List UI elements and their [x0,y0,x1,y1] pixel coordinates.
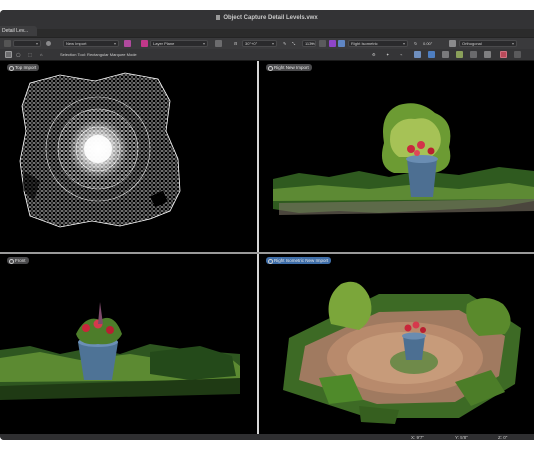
angle-icon: ↻ [414,41,418,46]
document-tab[interactable]: Detail Lev... [0,26,37,36]
palette-toggle-icon[interactable] [4,40,11,47]
wireframe-mesh [19,72,181,228]
active-layer-dropdown[interactable] [13,40,41,47]
fit-view-icon[interactable] [319,40,326,47]
tool-bar: ◯ ⬚ ⌂ Selection Tool: Rectangular Marque… [0,49,534,61]
gear-icon[interactable]: ⚙ [372,51,376,58]
viewport-top[interactable]: Top Import [0,61,257,252]
viewport-front[interactable]: Front [0,254,257,434]
polygon-select-icon[interactable]: ⌂ [40,51,42,58]
y-coordinate: Y: 5'8" [455,435,468,440]
layer-color-icon[interactable] [141,40,148,47]
clip-cube-icon[interactable] [484,51,491,58]
viewport-label-top[interactable]: Top Import [7,64,40,71]
window-title: Object Capture Detail Levels.vwx [0,15,534,21]
title-bar: Object Capture Detail Levels.vwx [0,10,534,29]
scan-model-right [273,103,534,215]
flyover-icon[interactable]: ✎ [283,40,286,47]
render-mode-icon[interactable]: ✦ [386,51,389,58]
viewport-right-isometric[interactable]: Right Isometric New Import [259,254,534,434]
viewport-right[interactable]: Right New Import [259,61,534,252]
arrow-icon[interactable] [5,51,12,58]
viewport-splitter-vertical[interactable] [257,61,259,434]
zoom-tool-icon[interactable]: ⤡ [292,40,295,47]
app-window: Object Capture Detail Levels.vwx Detail … [0,10,534,440]
x-coordinate: X: 9'7" [411,435,424,440]
standard-view-icon[interactable] [329,40,336,47]
viewport-label-front[interactable]: Front [7,257,29,264]
zoom-level-field[interactable]: 113% [302,40,316,47]
split-view-icon[interactable] [500,51,507,58]
layer-plane-dropdown[interactable]: Layer Plane [150,40,208,47]
z-coordinate: Z: 0" [498,435,508,440]
view-bar: New Import Layer Plane ⊟ 30°+0° ✎ ⤡ 113%… [0,37,534,49]
layers-icon[interactable] [428,51,435,58]
visibility-icon[interactable] [46,41,51,46]
lasso-icon[interactable]: ◯ [16,51,20,58]
class-attributes-icon[interactable] [124,40,131,47]
scan-model-front [0,302,240,400]
view-dropdown[interactable]: Right Isometric [348,40,408,47]
tool-mode-text: Selection Tool: Rectangular Marquee Mode [60,52,137,57]
viewport-label-right[interactable]: Right New Import [266,64,312,71]
viewport-label-right-isometric[interactable]: Right Isometric New Import [266,257,332,264]
document-icon [216,15,221,20]
render-icon[interactable] [215,40,222,47]
magnet-icon[interactable]: ⌁ [400,51,402,58]
scan-model-isometric [283,281,521,424]
angle-value[interactable]: 0.00° [423,40,432,47]
opacity-dropdown[interactable]: 30°+0° [242,40,277,47]
camera-icon[interactable] [470,51,477,58]
viewport-splitter-horizontal[interactable] [0,252,534,254]
marquee-icon[interactable]: ⬚ [28,51,32,58]
lighting-icon[interactable] [442,51,449,58]
view-cube-icon[interactable] [338,40,345,47]
projection-dropdown[interactable]: Orthogonal [459,40,517,47]
projection-icon [449,40,456,47]
working-plane-icon[interactable]: ⊟ [234,40,237,47]
class-dropdown[interactable]: New Import [63,40,119,47]
status-bar: X: 9'7" Y: 5'8" Z: 0" [0,434,534,440]
texture-icon[interactable] [456,51,463,58]
shaded-icon[interactable] [414,51,421,58]
grid-icon[interactable] [514,51,521,58]
window-title-text: Object Capture Detail Levels.vwx [223,15,318,21]
